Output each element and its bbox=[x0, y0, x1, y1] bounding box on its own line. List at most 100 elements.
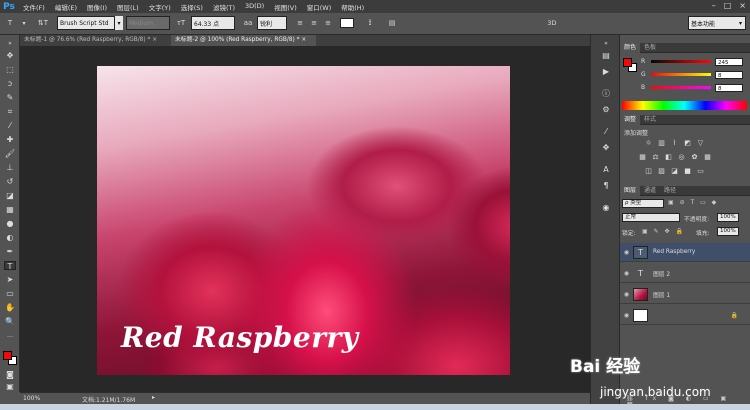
warp-text-icon[interactable]: ɪ̃ bbox=[364, 16, 376, 30]
layer-row[interactable]: ◉ 图层 1 bbox=[620, 285, 750, 304]
tab-paths[interactable]: 路径 bbox=[660, 187, 680, 194]
brightness-icon[interactable]: ☼ bbox=[644, 139, 653, 147]
hand-tool-icon[interactable]: ✋ bbox=[4, 303, 16, 312]
document-canvas[interactable]: Red Raspberry bbox=[97, 66, 510, 375]
color-spectrum[interactable] bbox=[622, 101, 747, 110]
color-lookup-icon[interactable]: ▦ bbox=[703, 153, 712, 161]
status-arrow-icon[interactable]: ▸ bbox=[152, 394, 155, 401]
history-panel-icon[interactable]: ▤ bbox=[600, 51, 612, 61]
tab-document-2[interactable]: 未标题-2 @ 100% (Red Raspberry, RGB/8) * × bbox=[171, 35, 316, 46]
move-tool-icon[interactable]: ✥ bbox=[4, 51, 16, 60]
character-panel-icon[interactable]: ▤ bbox=[386, 16, 398, 30]
type-tool-icon[interactable]: T bbox=[3, 16, 17, 30]
menu-item[interactable]: 帮助(H) bbox=[336, 2, 369, 12]
visibility-eye-icon[interactable]: ◉ bbox=[620, 270, 633, 277]
dodge-tool-icon[interactable]: ◐ bbox=[4, 233, 16, 242]
blend-mode-select[interactable]: 正常 bbox=[622, 213, 680, 222]
marquee-tool-icon[interactable]: ⬚ bbox=[4, 65, 16, 74]
tab-close-icon[interactable]: × bbox=[152, 37, 157, 43]
curves-icon[interactable]: ⌇ bbox=[670, 139, 679, 147]
photo-filter-icon[interactable]: ◎ bbox=[677, 153, 686, 161]
properties-panel-icon[interactable]: ⚙ bbox=[600, 105, 612, 115]
hue-saturation-icon[interactable]: ▦ bbox=[638, 153, 647, 161]
close-icon[interactable]: × bbox=[739, 1, 746, 10]
tab-color[interactable]: 颜色 bbox=[620, 43, 641, 53]
menu-item[interactable]: 图层(L) bbox=[112, 2, 144, 12]
opacity-input[interactable]: 100% bbox=[717, 213, 739, 222]
minimize-icon[interactable]: – bbox=[712, 1, 716, 10]
rectangle-tool-icon[interactable]: ▭ bbox=[4, 289, 16, 298]
font-size-input[interactable]: 64.33 点 bbox=[191, 16, 235, 30]
collapse-tools-icon[interactable]: » bbox=[4, 39, 16, 48]
info-panel-icon[interactable]: ⓘ bbox=[600, 89, 612, 99]
threshold-icon[interactable]: ◪ bbox=[670, 167, 679, 175]
selective-color-icon[interactable]: ■ bbox=[683, 167, 692, 175]
brush-panel-icon[interactable]: ⁄ bbox=[600, 127, 612, 137]
menu-item[interactable]: 滤镜(T) bbox=[208, 2, 240, 12]
gradient-map-icon[interactable]: ▭ bbox=[696, 167, 705, 175]
character-panel-icon[interactable]: A bbox=[600, 165, 612, 175]
menu-item[interactable]: 窗口(W) bbox=[302, 2, 337, 12]
layer-filter-select[interactable]: ρ 类型 bbox=[622, 199, 664, 208]
antialias-select[interactable]: 锐利 bbox=[257, 16, 287, 30]
actions-panel-icon[interactable]: ▶ bbox=[600, 67, 612, 77]
brush-tool-icon[interactable]: 🖌 bbox=[4, 149, 16, 158]
zoom-tool-icon[interactable]: 🔍 bbox=[4, 317, 16, 326]
path-selection-tool-icon[interactable]: ➤ bbox=[4, 275, 16, 284]
quick-mask-icon[interactable]: ◙ bbox=[4, 370, 16, 379]
more-tools-icon[interactable]: … bbox=[4, 331, 16, 340]
crop-tool-icon[interactable]: ⌗ bbox=[4, 107, 16, 116]
menu-item[interactable]: 选择(S) bbox=[176, 2, 208, 12]
clone-stamp-tool-icon[interactable]: ⊥ bbox=[4, 163, 16, 172]
paragraph-panel-icon[interactable]: ¶ bbox=[600, 181, 612, 191]
align-center-icon[interactable]: ≡ bbox=[309, 16, 319, 30]
invert-icon[interactable]: ◫ bbox=[644, 167, 653, 175]
red-slider-track[interactable] bbox=[651, 60, 711, 63]
black-white-icon[interactable]: ◧ bbox=[664, 153, 673, 161]
tab-adjustments[interactable]: 调整 bbox=[620, 115, 641, 125]
font-family-select[interactable]: Brush Script Std bbox=[57, 16, 115, 30]
blue-value-input[interactable]: 8 bbox=[715, 83, 743, 92]
text-color-swatch[interactable] bbox=[340, 18, 354, 28]
text-orientation-icon[interactable]: ⇅T bbox=[36, 16, 50, 30]
lasso-tool-icon[interactable]: ↄ bbox=[4, 79, 16, 88]
menu-item[interactable]: 图像(I) bbox=[82, 2, 112, 12]
tab-close-icon[interactable]: × bbox=[301, 37, 306, 43]
menu-item[interactable]: 文件(F) bbox=[18, 2, 50, 12]
align-right-icon[interactable]: ≡ bbox=[323, 16, 333, 30]
align-left-icon[interactable]: ≡ bbox=[295, 16, 305, 30]
posterize-icon[interactable]: ▨ bbox=[657, 167, 666, 175]
red-value-input[interactable]: 245 bbox=[715, 57, 743, 66]
3d-label[interactable]: 3D bbox=[544, 16, 560, 30]
layer-name[interactable]: 图层 2 bbox=[653, 269, 670, 278]
tab-channels[interactable]: 通道 bbox=[640, 187, 660, 194]
blur-tool-icon[interactable]: ● bbox=[4, 219, 16, 228]
eyedropper-tool-icon[interactable]: ⁄ bbox=[4, 121, 16, 130]
fill-input[interactable]: 100% bbox=[717, 227, 739, 236]
menu-item[interactable]: 编辑(E) bbox=[50, 2, 82, 12]
menu-item[interactable]: 3D(D) bbox=[240, 2, 269, 12]
color-balance-icon[interactable]: ⚖ bbox=[651, 153, 660, 161]
tool-presets-icon[interactable]: ✥ bbox=[600, 143, 612, 153]
color-panel-foreground-swatch[interactable] bbox=[623, 58, 632, 67]
layer-name[interactable]: Red Raspberry bbox=[653, 249, 695, 255]
zoom-level[interactable]: 100% bbox=[23, 395, 40, 402]
history-brush-tool-icon[interactable]: ↺ bbox=[4, 177, 16, 186]
visibility-eye-icon[interactable]: ◉ bbox=[620, 291, 633, 298]
layer-row[interactable]: ◉ 🔒 bbox=[620, 306, 750, 325]
tool-preset-arrow-icon[interactable]: ▾ bbox=[20, 16, 28, 30]
green-slider-track[interactable] bbox=[651, 73, 711, 76]
eraser-tool-icon[interactable]: ◪ bbox=[4, 191, 16, 200]
document-text-layer[interactable]: Red Raspberry bbox=[121, 321, 358, 354]
font-style-select[interactable]: Medium bbox=[126, 16, 170, 30]
type-tool-active-icon[interactable]: T bbox=[4, 261, 16, 271]
quick-select-tool-icon[interactable]: ✎ bbox=[4, 93, 16, 102]
blue-slider[interactable]: B 8 bbox=[641, 83, 749, 92]
lock-icons[interactable]: ▣ ✎ ✥ 🔒 bbox=[642, 228, 685, 235]
maximize-icon[interactable]: □ bbox=[724, 1, 732, 10]
tab-layers[interactable]: 图层 bbox=[620, 186, 641, 196]
tab-styles[interactable]: 样式 bbox=[640, 116, 660, 123]
pen-tool-icon[interactable]: ✒ bbox=[4, 247, 16, 256]
blue-slider-track[interactable] bbox=[651, 86, 711, 89]
visibility-eye-icon[interactable]: ◉ bbox=[620, 312, 633, 319]
